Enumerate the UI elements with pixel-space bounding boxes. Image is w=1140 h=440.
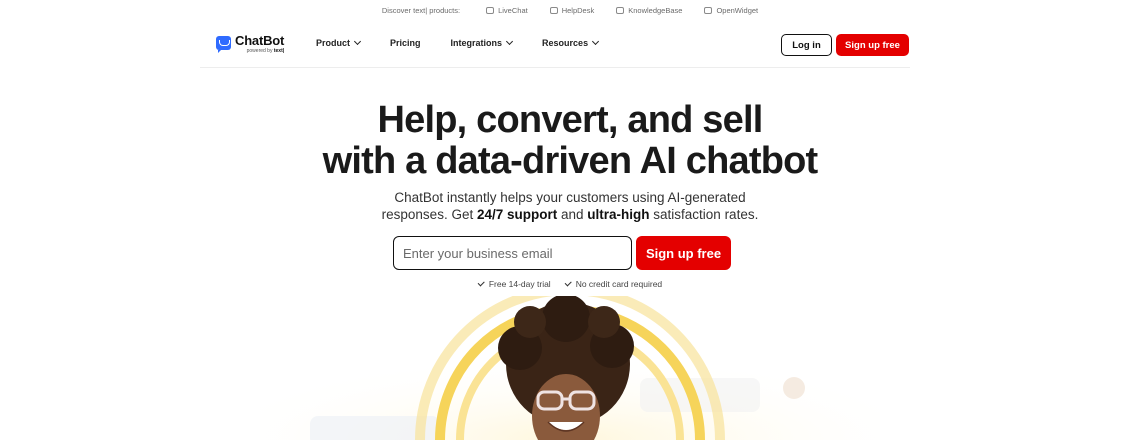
nav-label: Pricing bbox=[390, 38, 421, 48]
chat-bubble-logo-icon bbox=[216, 36, 231, 53]
chevron-down-icon bbox=[592, 37, 600, 46]
login-button[interactable]: Log in bbox=[781, 34, 832, 56]
product-link-livechat[interactable]: LiveChat bbox=[486, 6, 528, 15]
nav-product[interactable]: Product bbox=[316, 37, 362, 48]
widget-icon bbox=[704, 6, 713, 14]
logo-name: ChatBot bbox=[235, 33, 285, 48]
product-link-openwidget[interactable]: OpenWidget bbox=[704, 6, 758, 15]
product-link-knowledgebase[interactable]: KnowledgeBase bbox=[616, 6, 682, 15]
hero-illustration bbox=[0, 296, 1140, 440]
product-link-label: LiveChat bbox=[498, 5, 528, 15]
logo-powered-by: powered by text| bbox=[246, 48, 285, 54]
benefit-item: No credit card required bbox=[564, 279, 663, 289]
product-link-label: HelpDesk bbox=[561, 5, 595, 15]
benefit-label: Free 14-day trial bbox=[488, 279, 551, 289]
nav-label: Integrations bbox=[450, 38, 503, 48]
nav-integrations[interactable]: Integrations bbox=[450, 37, 514, 48]
header-signup-button[interactable]: Sign up free bbox=[836, 34, 909, 56]
nav-pricing[interactable]: Pricing bbox=[390, 38, 421, 48]
hero-title-line-2: with a data-driven AI chatbot bbox=[322, 140, 819, 182]
ticket-icon bbox=[549, 6, 558, 14]
chevron-down-icon bbox=[353, 37, 362, 46]
checkmark-icon bbox=[477, 279, 485, 287]
benefit-label: No credit card required bbox=[575, 279, 663, 289]
business-email-input[interactable] bbox=[393, 236, 632, 270]
site-header: ChatBot powered by text| Product Pricing… bbox=[200, 22, 910, 68]
hero-subtitle-line-2: responses. Get 24/7 support and ultra-hi… bbox=[381, 207, 759, 222]
discover-label: Discover text| products: bbox=[381, 5, 461, 15]
faint-avatar bbox=[783, 377, 805, 399]
product-link-helpdesk[interactable]: HelpDesk bbox=[549, 5, 595, 15]
hero-signup-button[interactable]: Sign up free bbox=[636, 236, 731, 270]
chat-icon bbox=[486, 6, 495, 14]
nav-label: Product bbox=[316, 38, 351, 48]
product-link-label: KnowledgeBase bbox=[628, 5, 683, 15]
signup-benefits: Free 14-day trial No credit card require… bbox=[0, 279, 1140, 289]
nav-resources[interactable]: Resources bbox=[542, 37, 600, 48]
product-link-label: OpenWidget bbox=[716, 5, 759, 15]
folder-icon bbox=[616, 6, 625, 14]
nav-label: Resources bbox=[542, 38, 589, 48]
checkmark-icon bbox=[564, 279, 572, 287]
main-nav: Product Pricing Integrations Resources bbox=[316, 37, 600, 48]
chevron-down-icon bbox=[506, 37, 514, 46]
product-strip: Discover text| products: LiveChat HelpDe… bbox=[0, 0, 1140, 20]
benefit-item: Free 14-day trial bbox=[477, 279, 551, 289]
hero-title-line-1: Help, convert, and sell bbox=[377, 99, 764, 141]
hero-subtitle-line-1: ChatBot instantly helps your customers u… bbox=[394, 190, 746, 205]
chatbot-logo[interactable]: ChatBot powered by text| bbox=[216, 34, 284, 54]
hero-illustration-svg bbox=[260, 296, 880, 440]
